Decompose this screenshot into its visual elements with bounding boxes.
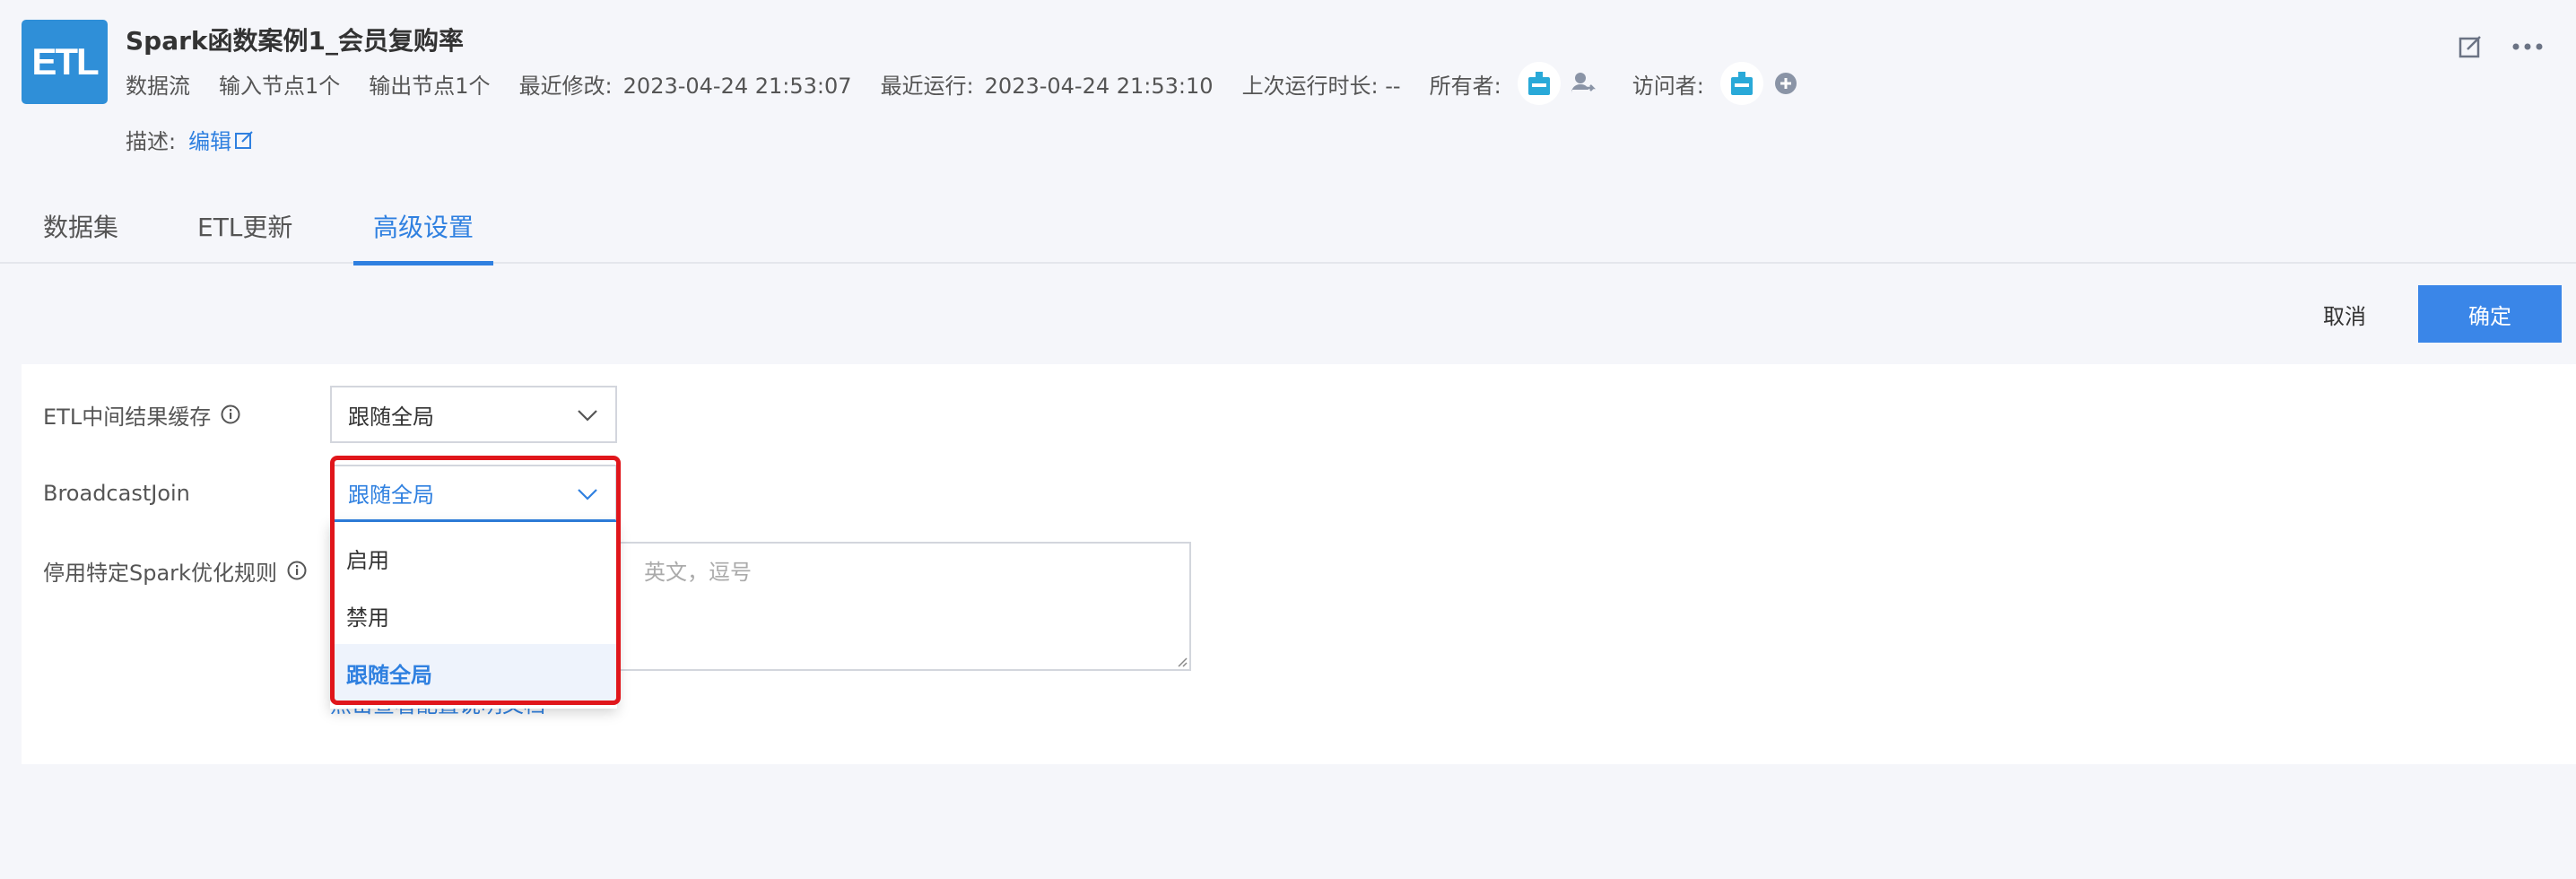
etl-cache-label-text: ETL中间结果缓存: [43, 404, 212, 430]
tab-dataset[interactable]: 数据集: [43, 208, 118, 264]
info-icon[interactable]: [286, 560, 308, 581]
meta-run-label: 最近运行:: [880, 73, 974, 99]
etl-logo: ETL: [22, 20, 108, 104]
broadcast-join-value: 跟随全局: [348, 483, 434, 508]
more-icon[interactable]: [2511, 30, 2544, 63]
spark-rules-label: 停用特定Spark优化规则: [43, 553, 308, 588]
spark-rules-placeholder: 英文，逗号: [644, 560, 752, 585]
broadcast-join-dropdown: 启用 禁用 跟随全局: [330, 522, 617, 709]
meta-duration: 上次运行时长: --: [1241, 73, 1401, 99]
meta-modified-value: 2023-04-24 21:53:07: [622, 73, 852, 99]
advanced-settings-panel: ETL中间结果缓存 跟随全局 BroadcastJoin 跟随全局 停用特定Sp…: [22, 364, 2576, 764]
resize-grip-icon[interactable]: [1173, 653, 1188, 667]
meta-type: 数据流: [126, 73, 190, 99]
meta-output-nodes: 输出节点1个: [369, 73, 491, 99]
spark-rules-label-text: 停用特定Spark优化规则: [43, 560, 277, 586]
etl-cache-value: 跟随全局: [348, 404, 434, 430]
meta-input-nodes: 输入节点1个: [219, 73, 341, 99]
tab-etl-update[interactable]: ETL更新: [197, 208, 292, 264]
meta-modified-label: 最近修改:: [518, 73, 613, 99]
option-follow-global[interactable]: 跟随全局: [330, 644, 617, 701]
page-title: Spark函数案例1_会员复购率: [126, 26, 465, 56]
spark-rules-textarea[interactable]: 英文，逗号: [617, 542, 1191, 671]
tab-advanced-settings[interactable]: 高级设置: [352, 208, 494, 265]
etl-cache-select[interactable]: 跟随全局: [330, 386, 617, 443]
add-visitor-icon[interactable]: [1771, 68, 1801, 99]
option-enable[interactable]: 启用: [330, 529, 617, 587]
option-disable[interactable]: 禁用: [330, 587, 617, 644]
etl-cache-label: ETL中间结果缓存: [43, 396, 241, 432]
broadcast-join-select[interactable]: 跟随全局: [330, 465, 617, 522]
confirm-button[interactable]: 确定: [2418, 285, 2562, 343]
owner-avatar[interactable]: [1517, 62, 1561, 105]
chevron-down-icon: [578, 489, 597, 500]
transfer-owner-icon[interactable]: [1568, 68, 1598, 99]
desc-edit-link[interactable]: 编辑: [188, 124, 255, 155]
robot-avatar-icon: [1527, 72, 1550, 95]
description: 描述: 编辑: [126, 124, 255, 155]
desc-label: 描述:: [126, 129, 177, 154]
meta-run: 最近运行: 2023-04-24 21:53:10: [881, 68, 1214, 100]
owner-label: 所有者:: [1429, 73, 1501, 99]
info-icon[interactable]: [220, 404, 241, 425]
header-actions: [2429, 30, 2544, 63]
meta-run-value: 2023-04-24 21:53:10: [984, 73, 1214, 99]
visitor-avatar[interactable]: [1719, 62, 1763, 105]
edit-icon: [235, 130, 253, 149]
cancel-button[interactable]: 取消: [2289, 285, 2400, 343]
meta-bar: 数据流 输入节点1个 输出节点1个 最近修改: 2023-04-24 21:53:…: [126, 62, 1835, 105]
edit-title-icon[interactable]: [2454, 30, 2486, 63]
broadcast-join-label: BroadcastJoin: [43, 475, 190, 511]
chevron-down-icon: [578, 410, 597, 422]
visitor-label: 访问者:: [1632, 73, 1704, 99]
tab-bar: 数据集 ETL更新 高级设置: [0, 197, 2576, 265]
robot-avatar-icon: [1730, 72, 1753, 95]
desc-edit-label: 编辑: [188, 129, 232, 154]
broadcast-join-label-text: BroadcastJoin: [43, 481, 190, 506]
meta-modified: 最近修改: 2023-04-24 21:53:07: [519, 68, 852, 100]
